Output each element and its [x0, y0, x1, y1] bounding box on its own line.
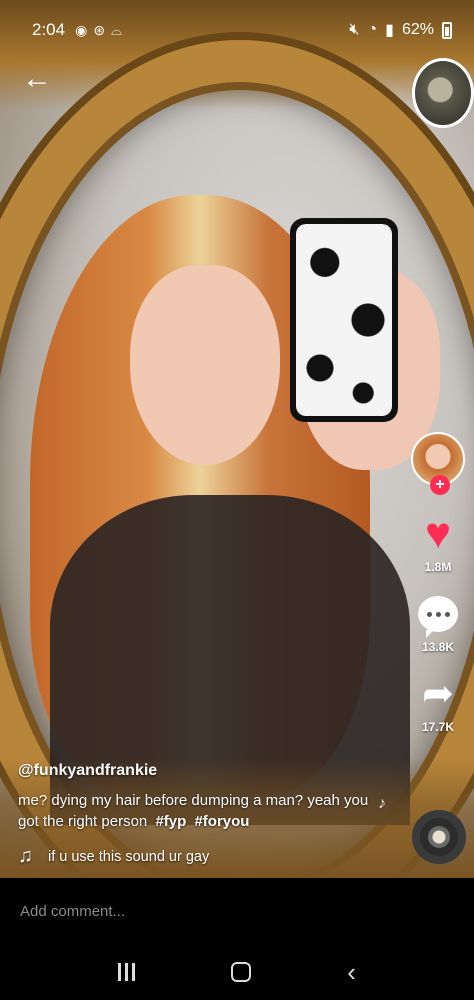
- share-arrow-icon[interactable]: ➦: [422, 675, 454, 713]
- sound-disc[interactable]: [412, 810, 466, 864]
- spotify-icon: ◉: [75, 21, 88, 38]
- comment-input[interactable]: Add comment...: [20, 903, 125, 920]
- cloud-icon: ⌓: [111, 21, 123, 38]
- battery-percent: 62%: [401, 21, 434, 38]
- back-arrow-icon[interactable]: ←: [22, 64, 52, 94]
- battery-icon: [442, 21, 452, 39]
- share-action[interactable]: ➦ 17.7K: [416, 672, 460, 734]
- status-time: 2:04: [32, 20, 66, 39]
- picture-in-picture-thumbnail[interactable]: [412, 58, 474, 128]
- share-count: 17.7K: [421, 720, 455, 734]
- like-count: 1.8M: [424, 560, 452, 574]
- home-icon[interactable]: [231, 962, 252, 982]
- username-link[interactable]: @funkyandfrankie: [18, 762, 378, 780]
- nav-back-icon[interactable]: ‹: [347, 959, 356, 985]
- music-icon: ♫: [18, 845, 33, 867]
- follow-plus-icon[interactable]: +: [430, 475, 450, 495]
- add-comment-bar[interactable]: Add comment...: [0, 878, 474, 944]
- comment-count: 13.8K: [421, 640, 455, 654]
- sound-row[interactable]: ♫ if u use this sound ur gay: [18, 845, 378, 868]
- hashtag-foryou[interactable]: #foryou: [194, 813, 249, 830]
- video-player[interactable]: [0, 0, 474, 878]
- comment-icon[interactable]: [418, 596, 458, 638]
- comment-action[interactable]: 13.8K: [416, 592, 460, 654]
- sound-title[interactable]: if u use this sound ur gay: [48, 849, 209, 865]
- video-description: me? dying my hair before dumping a man? …: [18, 790, 378, 832]
- signal-icon: ▮: [385, 22, 394, 39]
- cow-print-phone: [290, 218, 398, 422]
- recent-apps-icon[interactable]: [118, 963, 136, 981]
- mute-icon: 🔇︎: [349, 21, 360, 38]
- wifi-icon: ◔: [367, 21, 378, 38]
- like-action[interactable]: ♥ 1.8M: [416, 512, 460, 575]
- action-rail: + ♥ 1.8M 13.8K ➦ 17.7K: [410, 432, 466, 734]
- app-icon: ⊛: [93, 21, 106, 38]
- status-bar: 2:04 ◉ ⊛ ⌓ 🔇︎ ◔ ▮ 62%: [0, 0, 474, 60]
- creator-avatar[interactable]: +: [411, 432, 465, 495]
- video-caption: @funkyandfrankie me? dying my hair befor…: [18, 762, 378, 868]
- hashtag-fyp[interactable]: #fyp: [155, 813, 186, 830]
- subject-face: [130, 265, 280, 465]
- heart-icon[interactable]: ♥: [425, 512, 451, 556]
- android-nav-bar: ‹: [0, 944, 474, 1000]
- tiktok-screen: 2:04 ◉ ⊛ ⌓ 🔇︎ ◔ ▮ 62% ← + ♥ 1.8M 13.8K ➦: [0, 0, 474, 1000]
- music-note-icon: ♪: [378, 795, 386, 812]
